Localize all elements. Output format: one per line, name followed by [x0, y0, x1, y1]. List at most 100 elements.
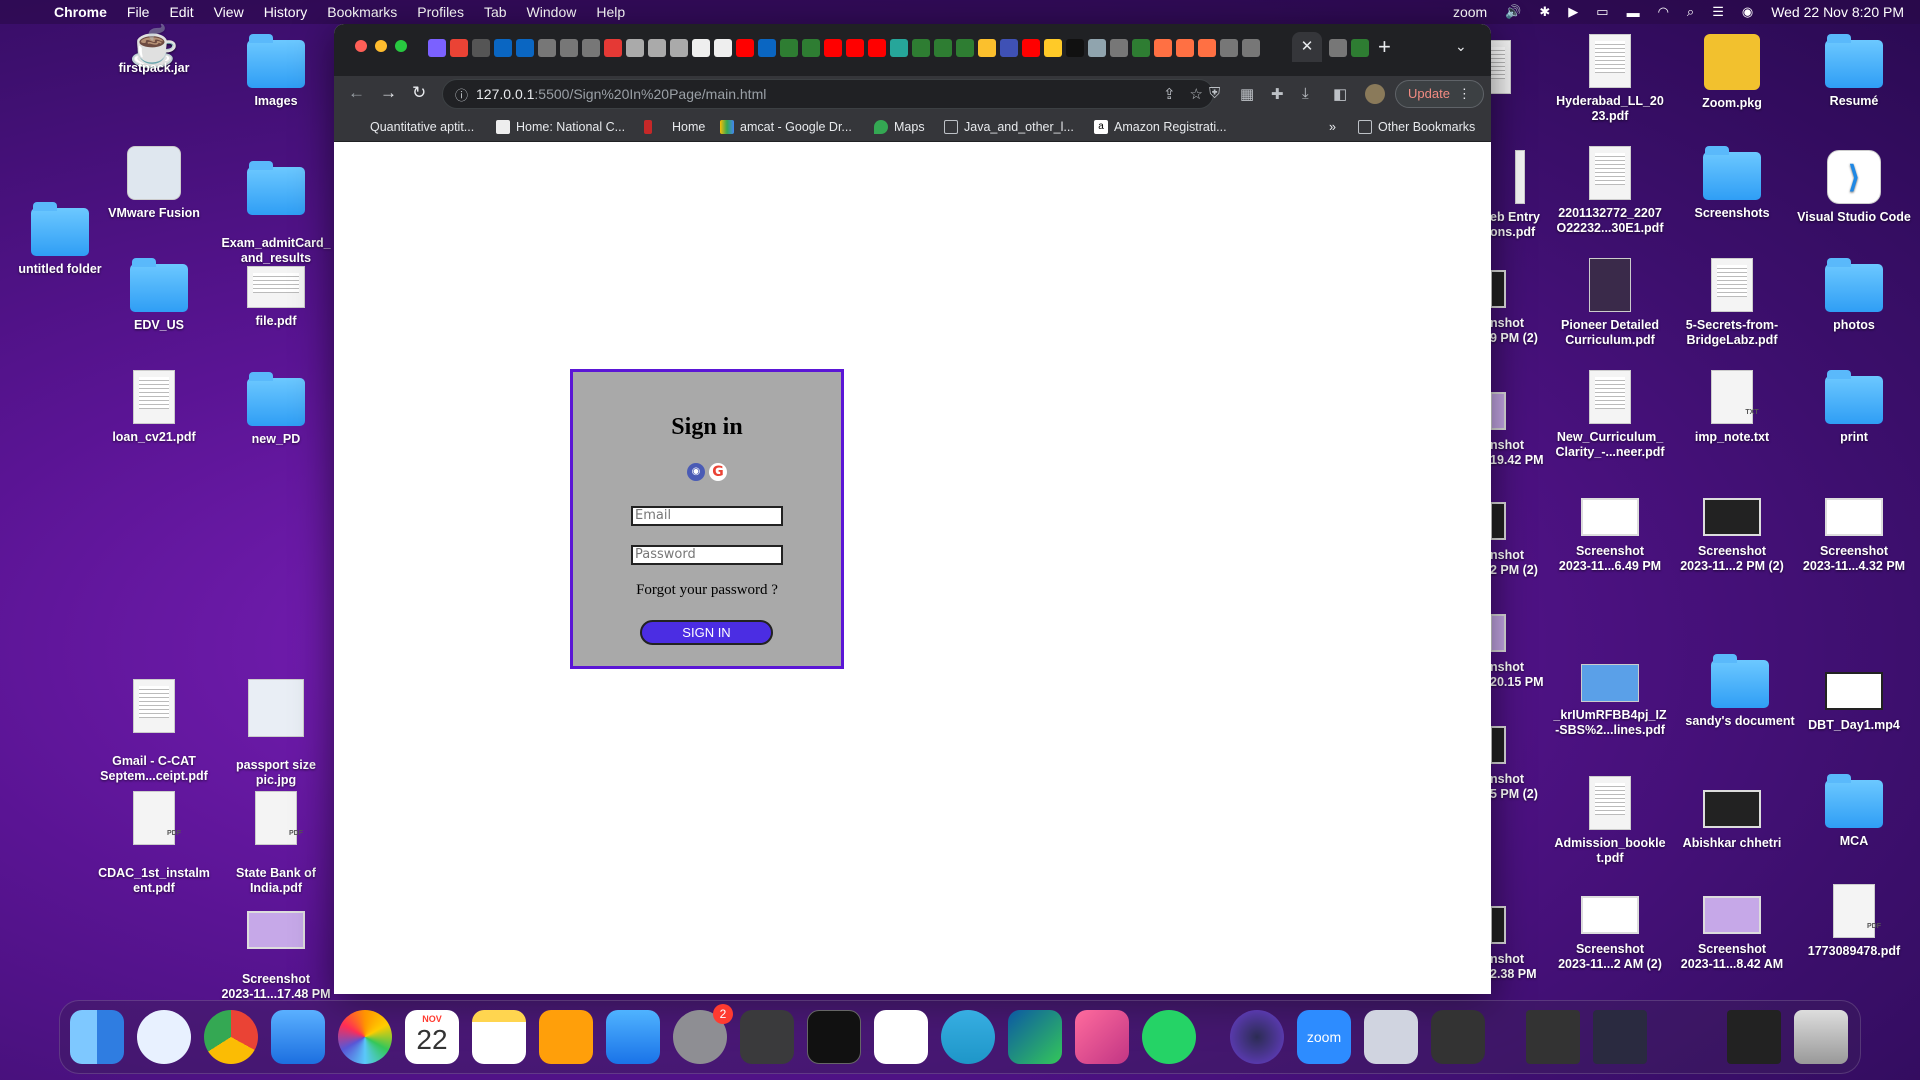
sublime-text-icon[interactable] [1431, 1010, 1485, 1064]
safari-icon[interactable] [137, 1010, 191, 1064]
tab-favicon[interactable] [450, 39, 468, 57]
desktop-file-screenshot-2pm[interactable]: Screenshot 2023-11...2 PM (2) [1672, 490, 1792, 574]
eclipse-icon[interactable] [1230, 1010, 1284, 1064]
tab-favicon[interactable] [824, 39, 842, 57]
shield-extension-icon[interactable]: ⛨ [1209, 85, 1220, 102]
update-button[interactable]: Update ⋮ [1395, 80, 1484, 108]
tab-favicon[interactable] [846, 39, 864, 57]
menu-app-name[interactable]: Chrome [54, 4, 107, 20]
share-icon[interactable]: ⇪ [1163, 85, 1176, 103]
tab-favicon[interactable] [1044, 39, 1062, 57]
profile-avatar[interactable] [1365, 84, 1385, 104]
desktop-file-zoom-pkg[interactable]: Zoom.pkg [1672, 34, 1792, 111]
password-field[interactable]: Password [631, 545, 783, 565]
minimize-window-button[interactable] [375, 40, 387, 52]
site-info-icon[interactable]: ⓘ [455, 85, 468, 104]
tab-favicon[interactable] [1176, 39, 1194, 57]
bookmark-item[interactable]: Maps [874, 120, 925, 134]
desktop-file-shot-cut-3[interactable]: nshot 2 PM (2) [1490, 494, 1550, 578]
vscode-dock-icon[interactable] [874, 1010, 928, 1064]
desktop-file-screenshot-432[interactable]: Screenshot 2023-11...4.32 PM [1794, 490, 1914, 574]
desktop-file-passport-pic[interactable]: passport size pic.jpg [216, 664, 336, 788]
back-arrow-icon[interactable]: ← [348, 83, 365, 103]
new-tab-button[interactable]: + [1378, 34, 1391, 60]
desktop-file-new-curriculum[interactable]: New_Curriculum_ Clarity_-...neer.pdf [1550, 370, 1670, 460]
affinity-icon[interactable] [1075, 1010, 1129, 1064]
desktop-file-screenshot-2am[interactable]: Screenshot 2023-11...2 AM (2) [1550, 888, 1670, 972]
desktop-file-screenshot-left[interactable]: Screenshot 2023-11...17.48 PM [216, 888, 336, 1002]
terminal-icon[interactable] [807, 1010, 861, 1064]
bookmark-item[interactable]: amcat - Google Dr... [720, 120, 852, 134]
battery-icon[interactable]: ▬ [1627, 5, 1640, 20]
bookmark-item[interactable]: Home [644, 120, 705, 134]
desktop-file-dbt-day1[interactable]: DBT_Day1.mp4 [1794, 664, 1914, 733]
desktop-folder-sandys-document[interactable]: sandy's document [1680, 654, 1800, 729]
recent-window-thumbnail[interactable] [1727, 1010, 1781, 1064]
desktop-file-cdac-installment[interactable]: PDF CDAC_1st_instalm ent.pdf [94, 776, 214, 896]
desktop-file-hyderabad[interactable]: Hyderabad_LL_20 23.pdf [1550, 34, 1670, 124]
tab-favicon[interactable] [868, 39, 886, 57]
tab-search-chevron-icon[interactable]: ⌄ [1455, 38, 1467, 55]
menu-history[interactable]: History [264, 4, 308, 20]
desktop-folder-mca[interactable]: MCA [1794, 774, 1914, 849]
tab-favicon[interactable] [516, 39, 534, 57]
tab-favicon[interactable] [1022, 39, 1040, 57]
tab-favicon[interactable] [1198, 39, 1216, 57]
desktop-file-admission-booklet[interactable]: Admission_bookle t.pdf [1550, 776, 1670, 866]
desktop-folder-new-pd[interactable]: new_PD [216, 372, 336, 447]
tab-favicon[interactable] [758, 39, 776, 57]
desktop-file-screenshot-842[interactable]: Screenshot 2023-11...8.42 AM [1672, 888, 1792, 972]
google-icon[interactable]: G [709, 463, 727, 482]
tab-favicon[interactable] [1066, 39, 1084, 57]
calculator-icon[interactable] [740, 1010, 794, 1064]
forgot-password-link[interactable]: Forgot your password ? [573, 582, 841, 599]
wifi-icon[interactable]: ◠ [1658, 4, 1669, 20]
tab-favicon[interactable] [1000, 39, 1018, 57]
pages-icon[interactable] [539, 1010, 593, 1064]
tab-favicon[interactable] [802, 39, 820, 57]
tab-favicon[interactable] [934, 39, 952, 57]
volume-icon[interactable]: 🔊 [1505, 4, 1521, 20]
bookmark-item[interactable]: Home: National C... [496, 120, 625, 134]
address-bar[interactable]: ⓘ 127.0.0.1 :5500/Sign%20In%20Page/main.… [442, 79, 1214, 109]
tab-favicon[interactable] [1242, 39, 1260, 57]
desktop-file-2201132772[interactable]: 2201132772_2207 O22232...30E1.pdf [1550, 146, 1670, 236]
bookmark-item[interactable]: a Amazon Registrati... [1094, 120, 1227, 134]
app-store-icon[interactable] [606, 1010, 660, 1064]
sign-in-button[interactable]: SIGN IN [640, 620, 773, 645]
menu-file[interactable]: File [127, 4, 150, 20]
tab-favicon[interactable] [736, 39, 754, 57]
whatsapp-icon[interactable] [1142, 1010, 1196, 1064]
chrome-icon[interactable] [204, 1010, 258, 1064]
control-center-icon[interactable]: ☰ [1712, 4, 1724, 20]
qr-extension-icon[interactable]: ▦ [1240, 85, 1254, 103]
desktop-file-shot-cut-1[interactable]: nshot 9 PM (2) [1490, 262, 1550, 346]
tab-favicon[interactable] [582, 39, 600, 57]
tab-favicon[interactable] [978, 39, 996, 57]
zoom-status-label[interactable]: zoom [1453, 4, 1487, 20]
desktop-folder-screenshots[interactable]: Screenshots [1672, 146, 1792, 221]
desktop-app-vscode[interactable]: ⟩ Visual Studio Code [1794, 150, 1914, 225]
tab-favicon[interactable] [626, 39, 644, 57]
desktop-file-shot-cut-5[interactable]: nshot 5 PM (2) [1490, 718, 1550, 802]
forward-arrow-icon[interactable]: → [380, 83, 397, 103]
desktop-file-loan-cv[interactable]: loan_cv21.pdf [94, 370, 214, 445]
zoom-icon[interactable]: zoom [1297, 1010, 1351, 1064]
desktop-file-shot-cut-6[interactable]: nshot 2.38 PM [1490, 898, 1550, 982]
tab-favicon[interactable] [1088, 39, 1106, 57]
desktop-file-shot-cut-4[interactable]: nshot 20.15 PM [1490, 606, 1550, 690]
tab-favicon[interactable] [692, 39, 710, 57]
tab-favicon[interactable] [648, 39, 666, 57]
tab-favicon[interactable] [1329, 39, 1347, 57]
spotlight-search-icon[interactable]: ⌕ [1687, 4, 1694, 20]
tab-favicon[interactable] [1154, 39, 1172, 57]
menu-profiles[interactable]: Profiles [417, 4, 464, 20]
desktop-icon-firstpack-jar[interactable]: ☕ firstpack.jar [94, 27, 214, 76]
tab-favicon[interactable] [956, 39, 974, 57]
desktop-folder-photos[interactable]: photos [1794, 258, 1914, 333]
maximize-window-button[interactable] [395, 40, 407, 52]
tab-favicon[interactable] [560, 39, 578, 57]
side-panel-icon[interactable]: ◧ [1333, 85, 1347, 103]
menu-bookmarks[interactable]: Bookmarks [327, 4, 397, 20]
calendar-icon[interactable]: NOV 22 [405, 1010, 459, 1064]
